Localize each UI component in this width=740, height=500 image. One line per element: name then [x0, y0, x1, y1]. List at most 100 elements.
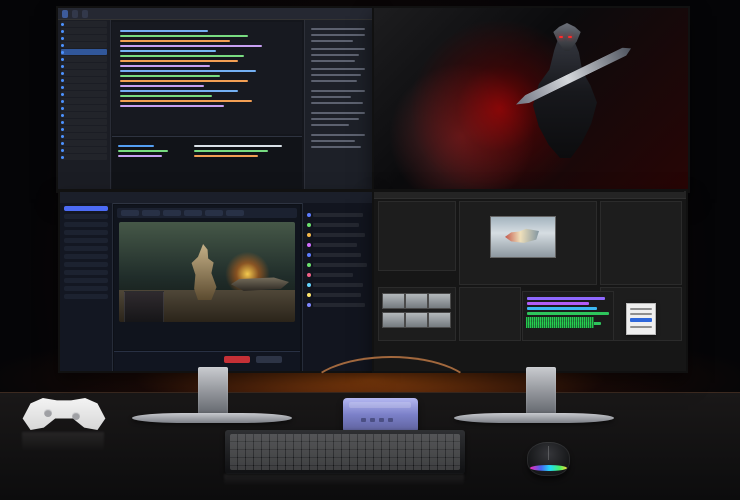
code-line: [120, 60, 238, 62]
go-live-button: [224, 356, 250, 363]
code-line: [120, 50, 216, 52]
file-icon: [61, 57, 64, 61]
stream-stats-bar: [117, 208, 297, 218]
file-icon: [61, 78, 64, 82]
chat-line: [313, 283, 363, 287]
documentation-line: [311, 134, 365, 136]
stats-chip: [163, 210, 181, 216]
file-row: [61, 56, 107, 62]
streaming-software-screen: [60, 191, 372, 371]
code-editor-tab-bar: [58, 8, 372, 20]
code-editor-screen: [58, 8, 372, 191]
monitor-seam: [58, 189, 684, 192]
stats-chip: [184, 210, 202, 216]
stats-chip: [205, 210, 223, 216]
left-monitor-stand-base: [132, 413, 292, 423]
file-icon: [61, 92, 64, 96]
menu-item: [64, 238, 108, 243]
file-row: [61, 84, 107, 90]
context-menu-item: [630, 308, 652, 310]
workstation-scene: [0, 0, 740, 500]
context-menu-item: [630, 313, 652, 315]
file-icon: [61, 85, 64, 89]
documentation-line: [311, 118, 359, 120]
console-line: [118, 155, 162, 157]
top-right-monitor: [372, 6, 690, 193]
video-preview: [490, 216, 556, 258]
documentation-line: [311, 146, 361, 148]
left-thumbstick-icon: [44, 409, 52, 417]
documentation-line: [311, 48, 365, 50]
menu-item-selected: [64, 206, 108, 211]
code-line: [120, 35, 248, 37]
menu-item: [64, 262, 108, 267]
chat-line: [313, 233, 365, 237]
glowing-eye-icon: [559, 36, 563, 38]
file-icon: [61, 99, 64, 103]
stream-chat-panel: [302, 203, 372, 371]
file-row: [61, 140, 107, 146]
file-row: [61, 77, 107, 83]
chat-line: [313, 263, 367, 267]
rgb-lighting-strip: [530, 465, 567, 471]
menu-item: [64, 222, 108, 227]
code-line: [120, 70, 256, 72]
file-row: [61, 133, 107, 139]
media-thumbnail: [428, 312, 451, 328]
file-icon: [61, 148, 64, 152]
chat-avatar-icon: [307, 223, 311, 227]
timeline-track: [527, 307, 597, 310]
chat-avatar-icon: [307, 293, 311, 297]
timeline-track: [527, 312, 609, 315]
code-line: [120, 40, 230, 42]
keyboard-keys: [230, 434, 460, 470]
port-icon: [379, 418, 384, 422]
chat-avatar-icon: [307, 253, 311, 257]
mini-pc: [343, 398, 418, 433]
chat-line: [313, 273, 353, 277]
mechanical-keyboard: [225, 430, 465, 474]
timeline-panel: [522, 291, 614, 341]
chat-avatar-icon: [307, 243, 311, 247]
documentation-line: [311, 140, 355, 142]
file-row: [61, 154, 107, 160]
code-line: [120, 30, 208, 32]
stream-side-menu: [60, 203, 113, 371]
bottom-right-monitor: [372, 189, 688, 373]
chat-line: [313, 293, 361, 297]
settings-button: [256, 356, 282, 363]
documentation-line: [311, 102, 363, 104]
documentation-line: [311, 112, 365, 114]
file-row: [61, 21, 107, 27]
file-icon: [61, 134, 64, 138]
gaming-mouse: [527, 442, 570, 476]
file-row: [61, 98, 107, 104]
code-line: [120, 75, 220, 77]
stats-chip: [142, 210, 160, 216]
editor-tab: [82, 9, 88, 18]
file-row: [61, 119, 107, 125]
dark-fantasy-artwork: [374, 8, 688, 191]
stream-main-panel: [114, 205, 300, 350]
chat-avatar-icon: [307, 273, 311, 277]
documentation-line: [311, 54, 359, 56]
documentation-panel: [304, 20, 372, 191]
file-row: [61, 112, 107, 118]
file-icon: [61, 127, 64, 131]
code-line: [120, 65, 210, 67]
documentation-line: [311, 28, 365, 30]
documentation-line: [311, 90, 365, 92]
port-icon: [388, 418, 393, 422]
project-sidebar: [58, 20, 111, 191]
chat-line: [313, 303, 365, 307]
controller-reflection: [22, 432, 104, 452]
top-left-monitor: [56, 6, 374, 193]
documentation-line: [311, 40, 353, 42]
file-row: [61, 35, 107, 41]
timeline-track: [527, 297, 605, 300]
file-icon: [61, 141, 64, 145]
editor-menu-bar: [374, 191, 686, 199]
file-icon: [61, 50, 64, 54]
media-thumbnail: [405, 293, 428, 309]
console-line: [194, 150, 268, 152]
